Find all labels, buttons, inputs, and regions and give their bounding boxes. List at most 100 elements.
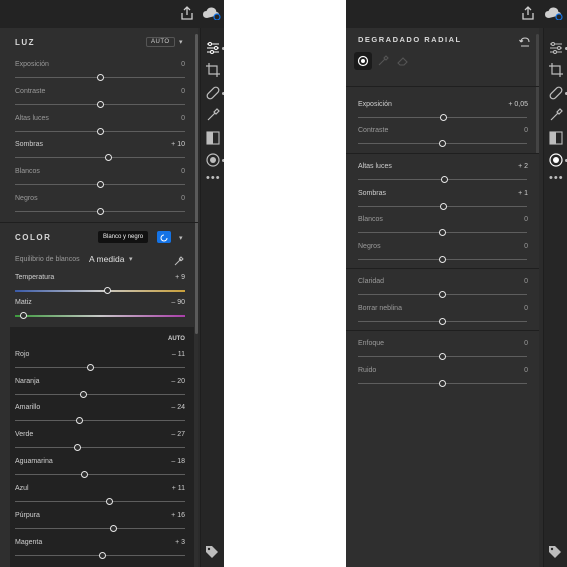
- auto-button[interactable]: AUTO: [146, 37, 175, 47]
- radial-gradient-icon[interactable]: [205, 152, 221, 168]
- brush-icon[interactable]: [205, 107, 221, 123]
- more-icon[interactable]: •••: [549, 172, 564, 184]
- rojo-label: Rojo: [15, 351, 30, 358]
- negros-label: Negros: [15, 195, 38, 202]
- sombras-label: Sombras: [358, 190, 387, 197]
- sombras-slider-handle[interactable]: [105, 154, 112, 161]
- claridad-label: Claridad: [358, 278, 385, 285]
- eraser-mask-tool[interactable]: [394, 52, 412, 70]
- tag-icon[interactable]: [548, 545, 564, 561]
- more-icon[interactable]: •••: [206, 172, 221, 184]
- blancos-label: Blancos: [358, 216, 383, 223]
- aguamarina-track[interactable]: [15, 474, 185, 475]
- verde-slider-handle[interactable]: [73, 444, 81, 451]
- edit-panel-right: ••• DEGRADADO RADIAL Exposición + 0,05 Cont…: [346, 0, 567, 567]
- edit-sliders-icon[interactable]: [205, 40, 221, 56]
- black-white-toggle[interactable]: [157, 231, 171, 243]
- blancos-slider-handle[interactable]: [439, 229, 446, 236]
- purpura-value: + 16: [171, 512, 185, 519]
- radial-gradient-icon[interactable]: [548, 152, 564, 168]
- crop-icon[interactable]: [548, 62, 564, 78]
- contraste-value: 0: [524, 127, 528, 134]
- cloud-sync-icon[interactable]: [202, 6, 222, 22]
- purpura-track[interactable]: [15, 528, 185, 529]
- borrar-neblina-slider-handle[interactable]: [439, 318, 446, 325]
- aguamarina-label: Aguamarina: [15, 458, 53, 465]
- white-balance-dropdown[interactable]: A medida: [89, 254, 124, 264]
- naranja-track[interactable]: [15, 394, 185, 395]
- sombras-track[interactable]: [15, 157, 185, 158]
- rojo-track[interactable]: [15, 367, 185, 368]
- matiz-label: Matiz: [15, 299, 32, 306]
- top-bar: [0, 0, 224, 28]
- temperatura-gradient-track[interactable]: [15, 290, 185, 292]
- brush-icon[interactable]: [548, 107, 564, 123]
- sombras-slider-handle[interactable]: [439, 203, 447, 210]
- edit-sliders-icon[interactable]: [548, 40, 564, 56]
- matiz-slider-handle[interactable]: [20, 312, 27, 319]
- sombras-value: + 10: [171, 141, 185, 148]
- magenta-slider-handle[interactable]: [99, 552, 107, 559]
- scrollbar[interactable]: [195, 34, 198, 334]
- share-icon[interactable]: [521, 6, 537, 22]
- hsl-auto-button[interactable]: AUTO: [168, 336, 185, 342]
- chevron-down-icon[interactable]: ▾: [129, 255, 133, 263]
- enfoque-slider-handle[interactable]: [439, 353, 446, 360]
- negros-slider-handle[interactable]: [96, 208, 104, 215]
- exposicion-value: + 0,05: [508, 101, 528, 108]
- chevron-down-icon[interactable]: ▾: [179, 234, 183, 242]
- negros-slider-handle[interactable]: [439, 256, 446, 263]
- exposicion-slider-handle[interactable]: [439, 114, 447, 121]
- indicator-dot: [222, 92, 224, 95]
- crop-icon[interactable]: [205, 62, 221, 78]
- ruido-slider-handle[interactable]: [439, 380, 446, 387]
- cloud-sync-icon[interactable]: [544, 6, 564, 22]
- contraste-slider-handle[interactable]: [96, 101, 104, 108]
- azul-slider-handle[interactable]: [105, 498, 113, 505]
- amarillo-track[interactable]: [15, 420, 185, 421]
- linear-gradient-icon[interactable]: [205, 130, 221, 146]
- eyedropper-icon[interactable]: [173, 254, 184, 266]
- altas-luces-label: Altas luces: [15, 115, 49, 122]
- tag-icon[interactable]: [205, 545, 221, 561]
- exposicion-label: Exposición: [15, 61, 49, 68]
- naranja-value: – 20: [171, 378, 185, 385]
- aguamarina-value: – 18: [171, 458, 185, 465]
- section-divider: [346, 86, 539, 87]
- healing-icon[interactable]: [548, 85, 564, 101]
- brush-mask-tool[interactable]: [374, 52, 392, 70]
- exposicion-label: Exposición: [358, 101, 392, 108]
- magenta-value: + 3: [175, 539, 185, 546]
- radial-mask-tool[interactable]: [354, 52, 372, 70]
- blancos-label: Blancos: [15, 168, 40, 175]
- section-divider: [0, 222, 198, 223]
- blancos-slider-handle[interactable]: [96, 181, 104, 188]
- claridad-slider-handle[interactable]: [439, 291, 446, 298]
- verde-label: Verde: [15, 431, 34, 438]
- blancos-value: 0: [181, 168, 185, 175]
- naranja-slider-handle[interactable]: [79, 391, 87, 398]
- borrar-neblina-label: Borrar neblina: [358, 305, 402, 312]
- contraste-value: 0: [181, 88, 185, 95]
- matiz-gradient-track[interactable]: [15, 315, 185, 317]
- exposicion-slider-handle[interactable]: [96, 74, 104, 81]
- azul-track[interactable]: [15, 501, 185, 502]
- altas-luces-value: + 2: [518, 163, 528, 170]
- indicator-dot: [222, 159, 224, 162]
- temperatura-label: Temperatura: [15, 274, 55, 281]
- healing-icon[interactable]: [205, 85, 221, 101]
- altas-luces-slider-handle[interactable]: [440, 176, 448, 183]
- verde-track[interactable]: [15, 447, 185, 448]
- scrollbar[interactable]: [536, 34, 539, 154]
- altas-luces-slider-handle[interactable]: [96, 128, 104, 135]
- contraste-label: Contraste: [15, 88, 46, 95]
- reset-icon[interactable]: [519, 34, 531, 47]
- azul-label: Azul: [15, 485, 29, 492]
- light-section-title: LUZ: [15, 38, 36, 47]
- chevron-down-icon[interactable]: ▾: [179, 38, 183, 46]
- matiz-value: – 90: [171, 299, 185, 306]
- contraste-slider-handle[interactable]: [439, 140, 446, 147]
- share-icon[interactable]: [180, 6, 196, 22]
- section-divider: [346, 153, 539, 154]
- linear-gradient-icon[interactable]: [548, 130, 564, 146]
